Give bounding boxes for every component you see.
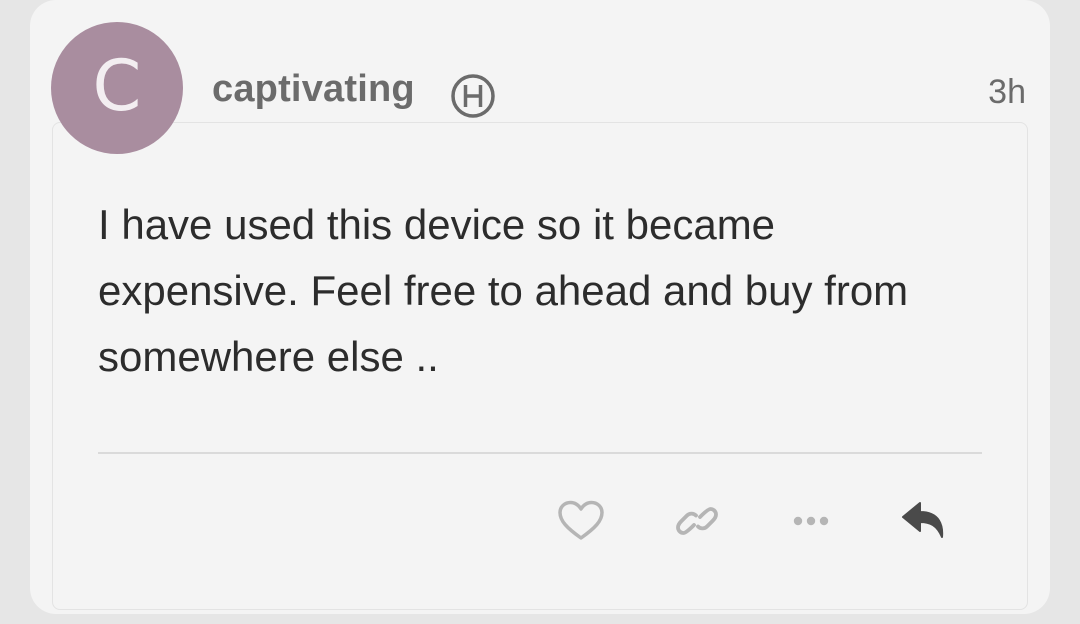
post-text: I have used this device so it became exp… <box>98 201 909 380</box>
heart-icon <box>557 500 605 547</box>
post-timestamp: 3h <box>988 73 1026 111</box>
h-circle-badge-icon <box>450 73 496 119</box>
avatar-letter: C <box>92 45 142 127</box>
more-options-button[interactable] <box>786 500 836 546</box>
avatar[interactable]: C <box>51 22 183 154</box>
divider <box>98 452 982 454</box>
username[interactable]: captivating <box>212 68 415 111</box>
reply-icon <box>900 499 950 548</box>
like-button[interactable] <box>556 500 606 546</box>
ellipsis-icon <box>789 514 833 533</box>
copy-link-button[interactable] <box>672 500 722 546</box>
reply-button[interactable] <box>900 500 950 546</box>
link-icon <box>674 501 720 546</box>
